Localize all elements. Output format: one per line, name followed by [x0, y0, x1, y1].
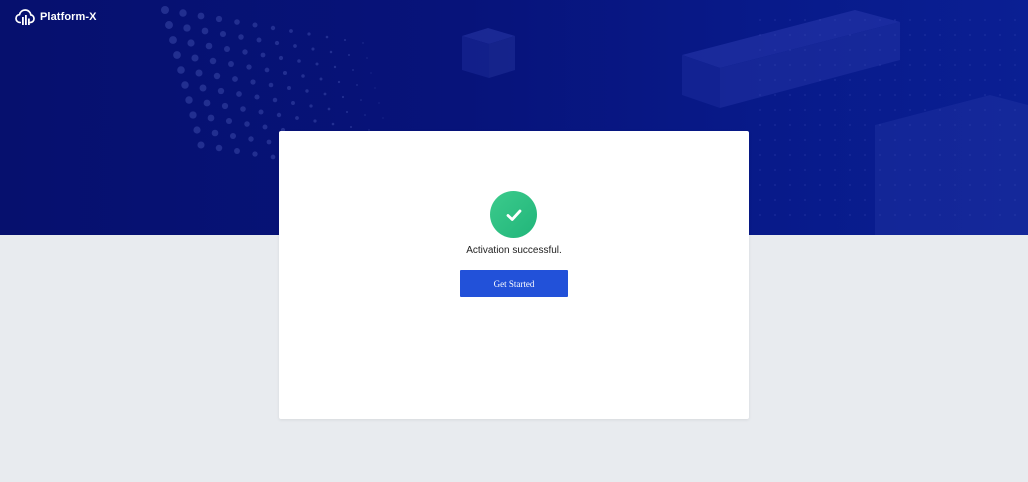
get-started-button[interactable]: Get Started: [460, 270, 568, 297]
brand-logo[interactable]: Platform-X: [15, 7, 97, 27]
activation-page: Platform-X Activation successful. Get St…: [0, 0, 1028, 482]
brand-name: Platform-X: [40, 11, 97, 23]
activation-card: Activation successful. Get Started: [279, 131, 749, 419]
success-badge: [490, 191, 537, 238]
cloud-logo-icon: [15, 9, 35, 25]
checkmark-icon: [506, 209, 521, 221]
activation-message: Activation successful.: [466, 245, 562, 256]
